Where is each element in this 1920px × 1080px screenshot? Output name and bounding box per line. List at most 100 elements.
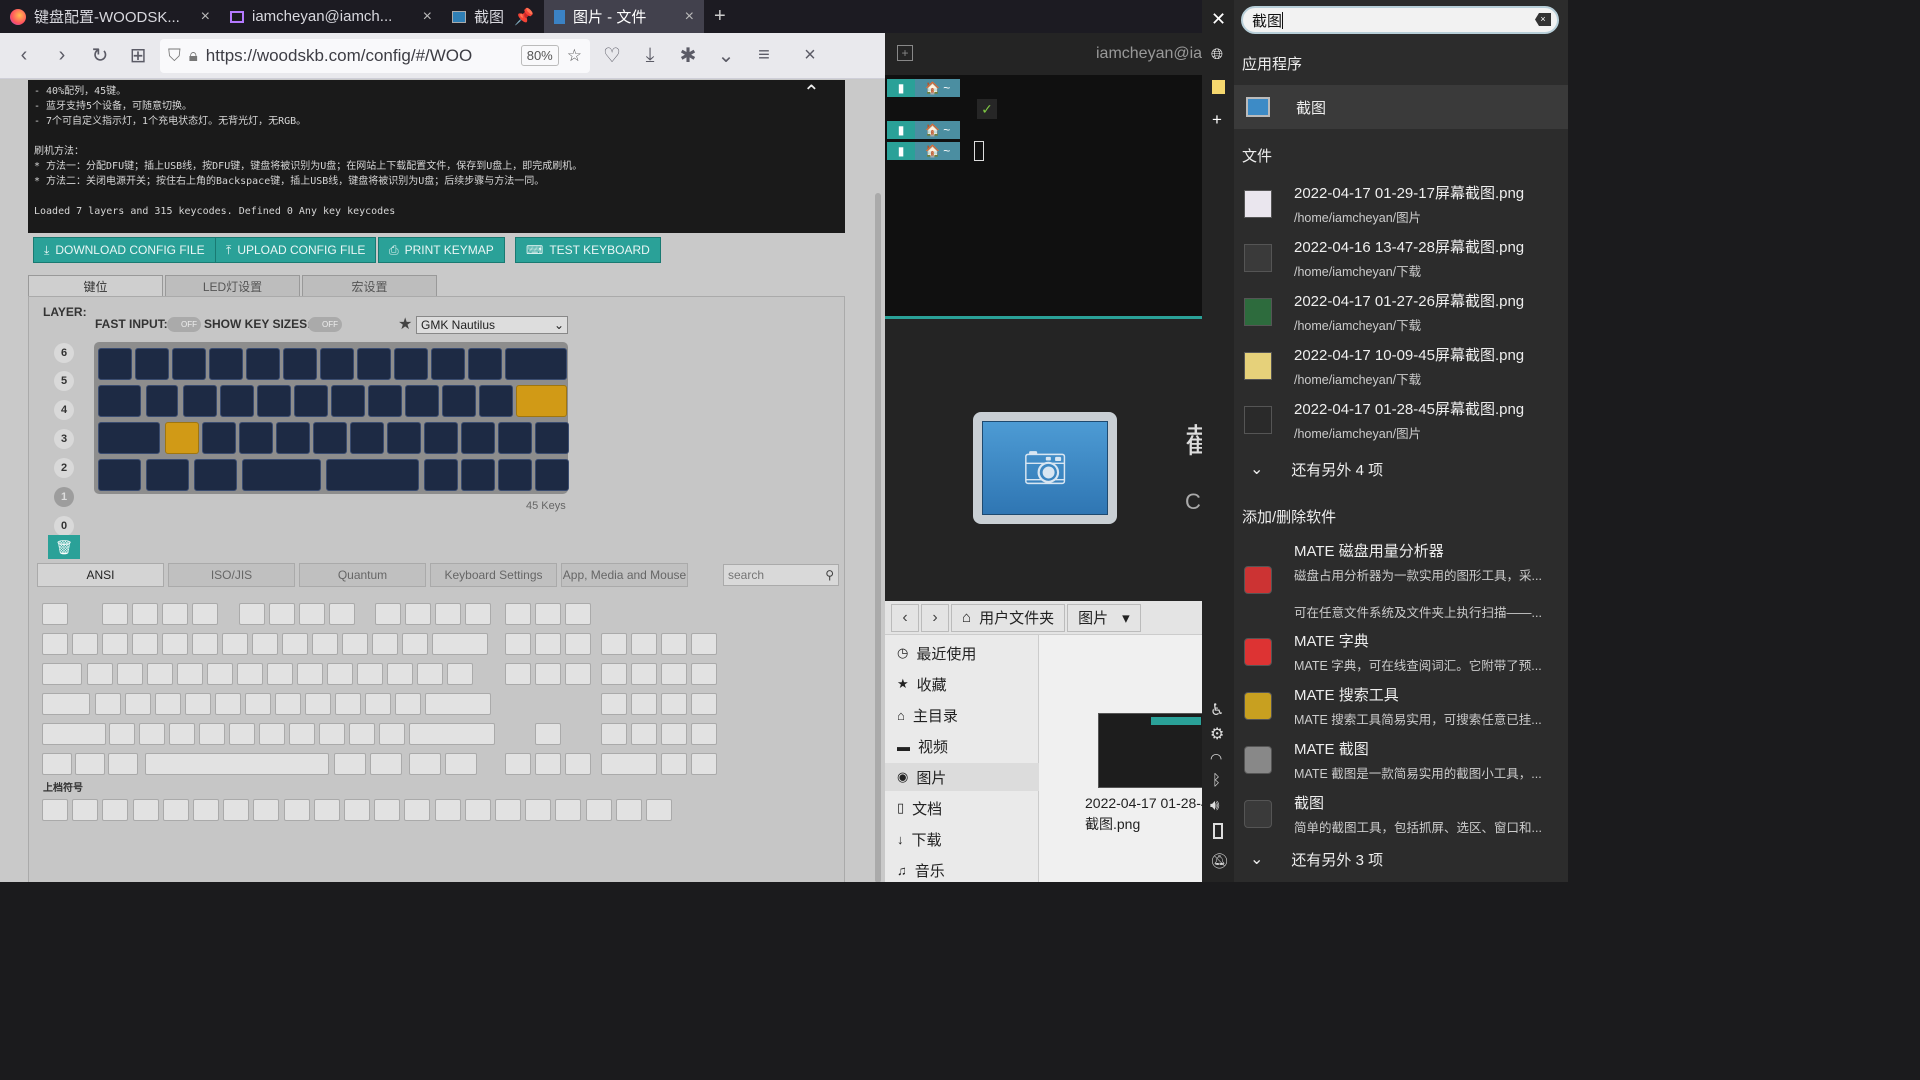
library-key[interactable] <box>109 723 135 745</box>
sidebar-item[interactable]: ♫ 音乐 <box>885 856 1039 884</box>
keyboard-key[interactable] <box>146 459 190 491</box>
library-key[interactable] <box>305 693 331 715</box>
sidebar-item[interactable]: ◷ 最近使用 <box>885 639 1039 667</box>
file-result[interactable]: 2022-04-17 01-28-45屏幕截图.png/home/iamchey… <box>1234 394 1568 446</box>
layer-button-5[interactable]: 5 <box>54 371 74 391</box>
library-tab-2[interactable]: Quantum <box>299 563 426 587</box>
library-key[interactable] <box>565 603 591 625</box>
library-key[interactable] <box>312 633 338 655</box>
shift-symbol-key[interactable] <box>193 799 219 821</box>
library-key[interactable] <box>370 753 402 775</box>
upload-config-button[interactable]: ⤒ UPLOAD CONFIG FILE <box>215 237 377 263</box>
library-key[interactable] <box>661 753 687 775</box>
keyboard-key[interactable] <box>294 385 329 417</box>
close-tab-icon[interactable]: × <box>423 8 432 26</box>
shift-symbol-key[interactable] <box>525 799 552 821</box>
library-key[interactable] <box>661 693 687 715</box>
new-tab-button[interactable]: + <box>704 0 736 33</box>
file-result[interactable]: 2022-04-17 01-29-17屏幕截图.png/home/iamchey… <box>1234 178 1568 230</box>
library-key[interactable] <box>155 693 181 715</box>
sidebar-item[interactable]: ▬ 视频 <box>885 732 1039 760</box>
library-tab-3[interactable]: Keyboard Settings <box>430 563 557 587</box>
library-key[interactable] <box>145 753 329 775</box>
library-key[interactable] <box>125 693 151 715</box>
keyboard-key[interactable] <box>172 348 206 380</box>
library-key[interactable] <box>102 603 128 625</box>
library-key[interactable] <box>282 633 308 655</box>
library-key[interactable] <box>375 603 401 625</box>
bookmark-star-icon[interactable]: ☆ <box>567 46 582 66</box>
keyboard-key[interactable] <box>468 348 502 380</box>
shift-symbol-key[interactable] <box>615 799 642 821</box>
library-key[interactable] <box>297 663 323 685</box>
print-keymap-button[interactable]: ⎙ PRINT KEYMAP <box>378 237 505 263</box>
notes-icon[interactable] <box>1212 80 1225 94</box>
globe-icon[interactable]: 🌐︎ <box>1211 46 1223 63</box>
library-key[interactable] <box>72 633 98 655</box>
library-key[interactable] <box>139 723 165 745</box>
keyboard-key[interactable] <box>238 422 273 454</box>
library-key[interactable] <box>207 663 233 685</box>
keyboard-key[interactable] <box>505 348 567 380</box>
file-thumbnail[interactable] <box>1098 713 1208 788</box>
sidebar-item[interactable]: ↓ 下载 <box>885 825 1039 853</box>
library-key[interactable] <box>445 753 477 775</box>
library-key[interactable] <box>661 663 687 685</box>
show-sizes-toggle[interactable]: OFF <box>308 317 342 332</box>
library-key[interactable] <box>631 633 657 655</box>
library-key[interactable] <box>601 723 627 745</box>
reload-icon[interactable]: ↻ <box>84 40 116 72</box>
keyboard-key[interactable] <box>460 422 495 454</box>
keyboard-key[interactable] <box>194 459 238 491</box>
chevron-down-icon[interactable]: ⌄ <box>710 40 742 72</box>
library-key[interactable] <box>239 603 265 625</box>
notifications-off-icon[interactable]: 🔕︎ <box>1210 852 1229 870</box>
library-key[interactable] <box>661 723 687 745</box>
keyboard-key[interactable] <box>349 422 384 454</box>
download-icon[interactable]: ⤓ <box>634 40 666 72</box>
library-key[interactable] <box>342 633 368 655</box>
shift-symbol-key[interactable] <box>344 799 370 821</box>
keyboard-key[interactable] <box>283 348 317 380</box>
layer-button-3[interactable]: 3 <box>54 429 74 449</box>
tab-woodskb[interactable]: 键盘配置-WOODSK... × <box>0 0 220 33</box>
library-key[interactable] <box>409 753 441 775</box>
library-key[interactable] <box>75 753 105 775</box>
shift-symbol-key[interactable] <box>162 799 189 821</box>
layer-button-2[interactable]: 2 <box>54 458 74 478</box>
library-key[interactable] <box>215 693 241 715</box>
library-key[interactable] <box>505 633 531 655</box>
library-key[interactable] <box>132 603 158 625</box>
library-key[interactable] <box>435 603 461 625</box>
keyboard-key[interactable] <box>357 348 391 380</box>
library-key[interactable] <box>108 753 138 775</box>
library-key[interactable] <box>42 693 90 715</box>
library-key[interactable] <box>432 633 488 655</box>
library-key[interactable] <box>372 633 398 655</box>
library-key[interactable] <box>505 663 531 685</box>
software-result[interactable]: MATE 磁盘用量分析器 磁盘占用分析器为一款实用的图形工具，采... 可在任意文件… <box>1234 540 1568 620</box>
library-key[interactable] <box>417 663 443 685</box>
layer-button-0[interactable]: 0 <box>54 516 74 536</box>
library-key[interactable] <box>405 603 431 625</box>
shift-symbol-key[interactable] <box>283 799 310 821</box>
library-key[interactable] <box>601 693 627 715</box>
library-key[interactable] <box>691 693 717 715</box>
library-key[interactable] <box>631 723 657 745</box>
sidebar-item[interactable]: ⌂ 主目录 <box>885 701 1039 729</box>
favorite-star-icon[interactable]: ★ <box>398 314 412 334</box>
library-key[interactable] <box>335 693 361 715</box>
collapse-icon[interactable]: ⌃ <box>803 80 820 105</box>
library-key[interactable] <box>691 663 717 685</box>
library-key[interactable] <box>565 753 591 775</box>
keyboard-key[interactable] <box>431 348 465 380</box>
keyboard-key[interactable] <box>164 422 199 454</box>
library-tab-1[interactable]: ISO/JIS <box>168 563 295 587</box>
tab-terminal[interactable]: iamcheyan@iamch... × <box>220 0 442 33</box>
library-key[interactable] <box>565 633 591 655</box>
library-key[interactable] <box>395 693 421 715</box>
software-result[interactable]: MATE 搜索工具 MATE 搜索工具简易实用，可搜索任意已挂... <box>1234 680 1568 732</box>
keyboard-key[interactable] <box>312 422 347 454</box>
shift-symbol-key[interactable] <box>223 799 250 821</box>
sidebar-item[interactable]: ▯ 文档 <box>885 794 1039 822</box>
